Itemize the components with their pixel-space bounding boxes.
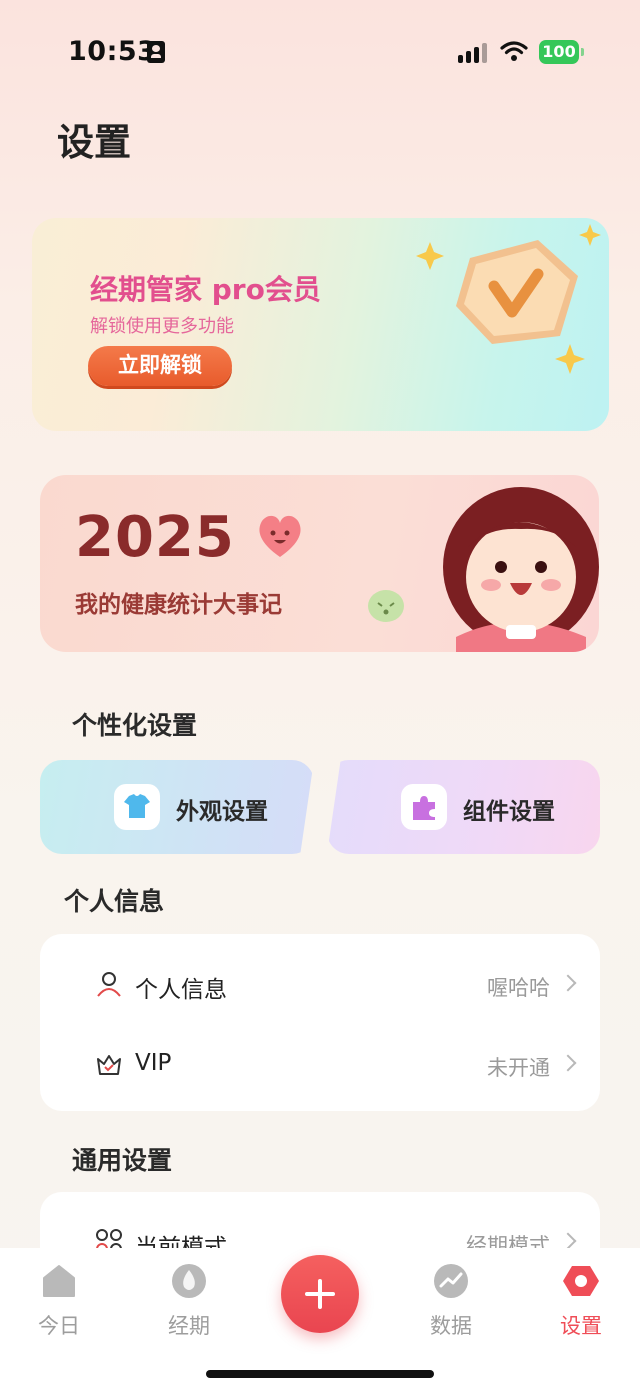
status-bar: 10:53 100 [0, 0, 640, 100]
tab-today-label: 今日 [38, 1314, 80, 1338]
vip-value: 未开通 [487, 1056, 550, 1080]
chevron-right-icon [559, 974, 577, 992]
personal-info-section-title: 个人信息 [64, 887, 165, 916]
cellular-signal-icon [458, 41, 490, 63]
widget-settings-label: 组件设置 [463, 799, 555, 825]
tab-settings[interactable]: 设置 [531, 1248, 631, 1348]
year-card-subtitle: 我的健康统计大事记 [75, 592, 282, 618]
tshirt-icon [114, 784, 160, 830]
tab-settings-label: 设置 [560, 1314, 602, 1338]
tab-period-label: 经期 [168, 1314, 210, 1338]
page-title: 设置 [57, 121, 131, 164]
vip-badge-icon [416, 224, 601, 374]
tab-data-label: 数据 [430, 1314, 472, 1338]
home-indicator [206, 1370, 434, 1378]
settings-icon [563, 1266, 599, 1296]
plus-icon [305, 1279, 335, 1309]
unlock-button[interactable]: 立即解锁 [88, 346, 232, 386]
tab-data[interactable]: 数据 [401, 1248, 501, 1348]
widget-settings-tile[interactable]: 组件设置 [327, 760, 600, 854]
heart-emoji-icon [259, 515, 301, 557]
green-bean-icon [368, 590, 404, 622]
personalization-section-title: 个性化设置 [72, 711, 198, 740]
pro-membership-card[interactable]: 经期管家 pro会员 解锁使用更多功能 立即解锁 [32, 218, 609, 431]
personal-info-label: 个人信息 [135, 977, 227, 1003]
battery-indicator: 100 [539, 40, 579, 64]
vip-label: VIP [135, 1050, 172, 1076]
pro-card-subtitle: 解锁使用更多功能 [90, 316, 234, 337]
girl-avatar-icon [443, 487, 599, 652]
personal-info-card: 个人信息 喔哈哈 VIP 未开通 [40, 934, 600, 1111]
puzzle-icon [401, 784, 447, 830]
year-summary-card[interactable]: 2025 我的健康统计大事记 [40, 475, 599, 652]
wifi-icon [500, 41, 528, 61]
person-icon [97, 972, 121, 997]
tab-today[interactable]: 今日 [9, 1248, 109, 1348]
personal-info-row[interactable]: 个人信息 喔哈哈 [40, 944, 600, 1024]
add-record-button[interactable] [281, 1255, 359, 1333]
general-section-title: 通用设置 [72, 1146, 173, 1175]
crown-icon [97, 1055, 121, 1075]
vip-row[interactable]: VIP 未开通 [40, 1024, 600, 1104]
home-icon [43, 1265, 75, 1297]
chevron-right-icon [559, 1232, 577, 1250]
appearance-settings-label: 外观设置 [176, 799, 268, 825]
tab-period[interactable]: 经期 [139, 1248, 239, 1348]
chart-icon [434, 1264, 468, 1298]
personal-info-value: 喔哈哈 [487, 976, 550, 1000]
drop-icon [172, 1264, 206, 1298]
battery-tip [581, 48, 584, 56]
appearance-settings-tile[interactable]: 外观设置 [40, 760, 314, 854]
chevron-right-icon [559, 1054, 577, 1072]
contact-card-icon [147, 41, 165, 63]
status-time: 10:53 [68, 36, 157, 67]
pro-card-title: 经期管家 pro会员 [90, 273, 321, 306]
year-number: 2025 [75, 505, 235, 570]
